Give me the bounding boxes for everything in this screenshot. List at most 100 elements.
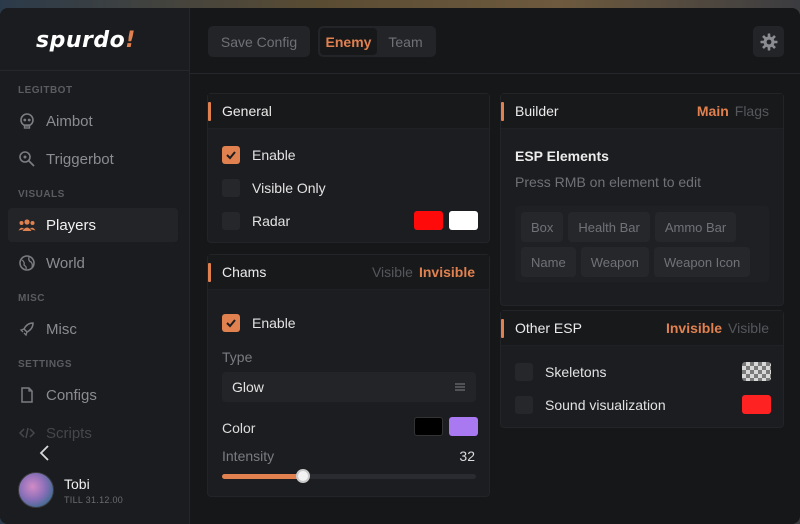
- select-value: Glow: [232, 379, 264, 395]
- gear-icon: [760, 33, 777, 50]
- checkbox-label: Enable: [252, 147, 296, 163]
- sidebar-item-triggerbot[interactable]: Triggerbot: [8, 142, 178, 176]
- cheat-menu-window: spurdo! LEGITBOT Aimbot Triggerbot VISUA…: [0, 8, 800, 524]
- tab-other-esp-invisible[interactable]: Invisible: [666, 320, 722, 336]
- user-name: Tobi: [64, 475, 90, 492]
- save-config-button[interactable]: Save Config: [208, 26, 310, 57]
- check-icon: [222, 146, 240, 164]
- esp-element-weapon-icon[interactable]: Weapon Icon: [653, 247, 751, 277]
- checkbox-label: Radar: [252, 213, 291, 229]
- esp-element-weapon[interactable]: Weapon: [580, 247, 649, 277]
- section-label-settings: SETTINGS: [18, 359, 73, 370]
- slider-fill: [222, 474, 303, 479]
- file-icon: [21, 387, 33, 403]
- tab-builder-main[interactable]: Main: [697, 103, 729, 119]
- checkbox-box: [222, 212, 240, 230]
- checkbox-label: Skeletons: [545, 364, 607, 380]
- sidebar-item-aimbot[interactable]: Aimbot: [8, 104, 178, 138]
- chams-color-swatch-1[interactable]: [414, 417, 443, 436]
- visible-only-checkbox[interactable]: Visible Only: [222, 179, 326, 197]
- section-label-misc: MISC: [18, 293, 45, 304]
- check-icon: [222, 314, 240, 332]
- radar-checkbox[interactable]: Radar: [222, 212, 290, 230]
- sidebar: spurdo! LEGITBOT Aimbot Triggerbot VISUA…: [0, 8, 190, 524]
- other-esp-panel-header: Other ESP Invisible Visible: [501, 311, 783, 346]
- section-label-legitbot: LEGITBOT: [18, 85, 73, 96]
- code-icon: [18, 427, 36, 439]
- intensity-label: Intensity: [222, 448, 275, 464]
- team-selector: Enemy Team: [318, 26, 436, 57]
- top-bar: Save Config Enemy Team: [190, 8, 800, 74]
- esp-element-list: Box Health Bar Ammo Bar Name Weapon Weap…: [515, 206, 769, 282]
- sidebar-item-label: Triggerbot: [46, 150, 114, 168]
- builder-panel: Builder Main Flags ESP Elements Press RM…: [500, 93, 784, 306]
- sidebar-item-label: Scripts: [46, 424, 92, 442]
- chams-type-select[interactable]: Glow: [222, 372, 476, 402]
- tab-enemy[interactable]: Enemy: [320, 28, 377, 55]
- slider-handle[interactable]: [296, 469, 310, 483]
- chams-type-label: Type: [222, 349, 253, 365]
- other-esp-panel: Other ESP Invisible Visible Skeletons So…: [500, 310, 784, 428]
- sidebar-item-label: World: [46, 254, 85, 272]
- users-icon: [18, 219, 36, 231]
- esp-element-health-bar[interactable]: Health Bar: [568, 212, 650, 242]
- builder-panel-header: Builder Main Flags: [501, 94, 783, 129]
- radar-color-swatch-2[interactable]: [449, 211, 478, 230]
- sidebar-item-scripts[interactable]: Scripts: [8, 416, 178, 450]
- general-panel: General Enable Visible Only Radar: [207, 93, 490, 243]
- chams-enable-checkbox[interactable]: Enable: [222, 314, 296, 332]
- subscription-till: TILL 31.12.00: [64, 494, 124, 505]
- tab-chams-invisible[interactable]: Invisible: [419, 264, 475, 280]
- radar-color-swatch-1[interactable]: [414, 211, 443, 230]
- tab-chams-visible[interactable]: Visible: [372, 264, 413, 280]
- esp-elements-hint: Press RMB on element to edit: [515, 174, 701, 190]
- sidebar-item-players[interactable]: Players: [8, 208, 178, 242]
- user-profile: Tobi TILL 31.12.00: [18, 472, 123, 508]
- checkbox-label: Sound visualization: [545, 397, 666, 413]
- chams-color-label: Color: [222, 420, 256, 436]
- sidebar-item-configs[interactable]: Configs: [8, 378, 178, 412]
- sidebar-divider: [0, 70, 190, 71]
- sidebar-item-label: Misc: [46, 320, 77, 338]
- sound-visualization-checkbox[interactable]: Sound visualization: [515, 396, 666, 414]
- avatar: [18, 472, 54, 508]
- sidebar-item-world[interactable]: World: [8, 246, 178, 280]
- esp-element-ammo-bar[interactable]: Ammo Bar: [654, 212, 737, 242]
- settings-button[interactable]: [753, 26, 784, 57]
- sidebar-item-label: Aimbot: [46, 112, 93, 130]
- esp-element-box[interactable]: Box: [521, 212, 564, 242]
- esp-elements-heading: ESP Elements: [515, 148, 609, 164]
- tab-other-esp-visible[interactable]: Visible: [728, 320, 769, 336]
- tab-builder-flags[interactable]: Flags: [735, 103, 769, 119]
- globe-icon: [19, 255, 35, 271]
- checkbox-box: [515, 396, 533, 414]
- sound-color-swatch[interactable]: [742, 395, 771, 414]
- menu-icon: [455, 383, 465, 391]
- skeletons-checkbox[interactable]: Skeletons: [515, 363, 606, 381]
- checkbox-box: [222, 179, 240, 197]
- chams-panel-header: Chams Visible Invisible: [208, 255, 489, 290]
- skull-icon: [20, 113, 34, 129]
- chams-color-swatch-2[interactable]: [449, 417, 478, 436]
- trigger-icon: [19, 151, 35, 167]
- chams-panel: Chams Visible Invisible Enable Type Glow…: [207, 254, 490, 497]
- panel-title: Builder: [515, 103, 559, 119]
- panel-title: Chams: [222, 264, 267, 280]
- skeleton-color-swatch[interactable]: [742, 362, 771, 381]
- esp-element-name[interactable]: Name: [521, 247, 576, 277]
- panel-title: Other ESP: [515, 320, 582, 336]
- general-enable-checkbox[interactable]: Enable: [222, 146, 296, 164]
- tab-team[interactable]: Team: [377, 28, 434, 55]
- chevron-left-icon[interactable]: [36, 444, 54, 462]
- sidebar-item-label: Players: [46, 216, 97, 234]
- sidebar-item-misc[interactable]: Misc: [8, 312, 178, 346]
- panel-title: General: [222, 103, 272, 119]
- rocket-icon: [19, 322, 34, 337]
- sidebar-item-label: Configs: [46, 386, 97, 404]
- checkbox-label: Enable: [252, 315, 296, 331]
- section-label-visuals: VISUALS: [18, 189, 65, 200]
- intensity-slider[interactable]: [222, 469, 476, 483]
- app-logo: spurdo!: [36, 28, 136, 53]
- checkbox-label: Visible Only: [252, 180, 326, 196]
- general-panel-header: General: [208, 94, 489, 129]
